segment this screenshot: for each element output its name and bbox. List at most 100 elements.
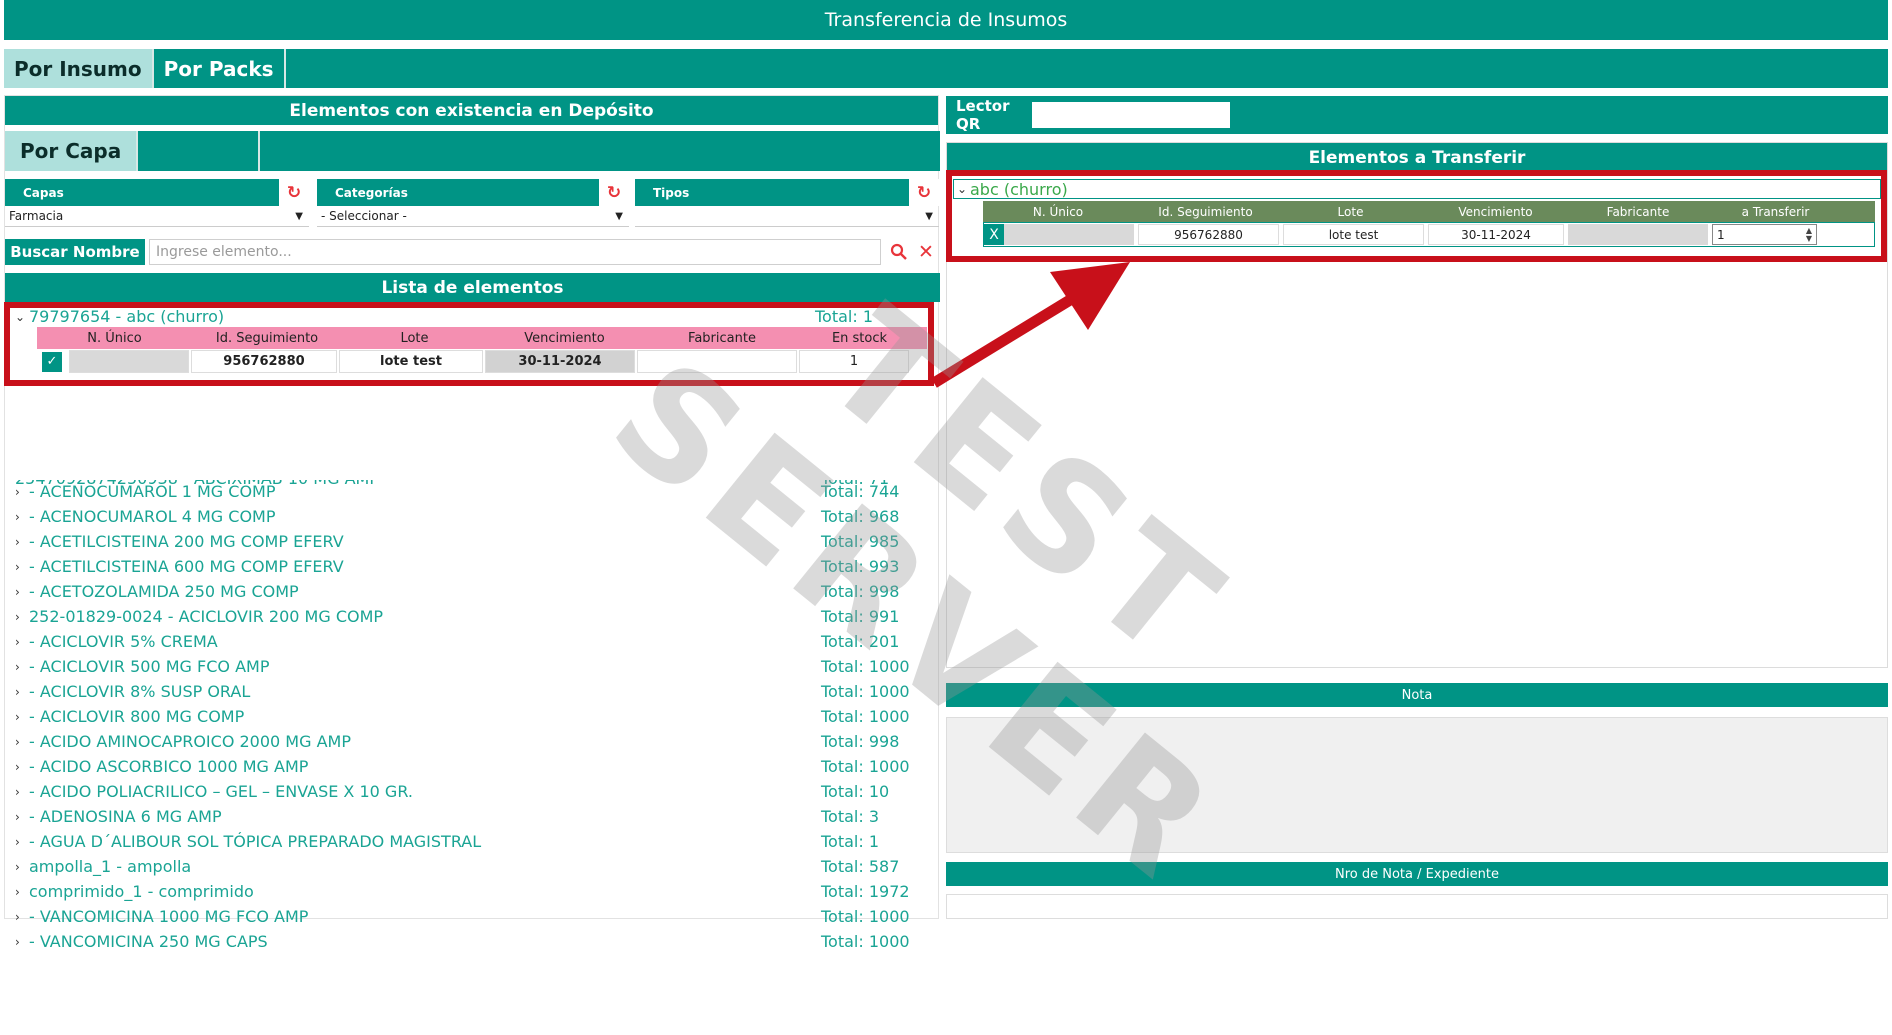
list-item[interactable]: › - ACIDO ASCORBICO 1000 MG AMP Total: 10…: [15, 754, 935, 779]
col-header: Lote: [400, 330, 429, 346]
tab-por-packs[interactable]: Por Packs: [154, 49, 286, 88]
list-item[interactable]: › - ACENOCUMAROL 1 MG COMP Total: 744: [15, 479, 935, 504]
chevron-down-icon: ▼: [295, 210, 303, 222]
chevron-right-icon[interactable]: ›: [15, 610, 29, 624]
qr-reader-input[interactable]: [1032, 102, 1230, 128]
list-item-total: Total: 1000: [821, 907, 910, 926]
tab-por-insumo[interactable]: Por Insumo: [4, 49, 154, 88]
checkbox-checked-icon[interactable]: ✓: [42, 351, 62, 372]
list-item[interactable]: › - ACETILCISTEINA 200 MG COMP EFERV Tota…: [15, 529, 935, 554]
nota-header: Nota: [946, 683, 1888, 707]
list-item-name: - ACENOCUMAROL 4 MG COMP: [29, 507, 276, 526]
list-item-total: Total: 991: [821, 607, 900, 626]
cell-fabricante: [1568, 224, 1708, 245]
filter-categorias: Categorías ↻ - Seleccionar - ▼: [317, 179, 629, 227]
list-item[interactable]: › - ACICLOVIR 500 MG FCO AMP Total: 1000: [15, 654, 935, 679]
chevron-right-icon[interactable]: ›: [15, 710, 29, 724]
chevron-right-icon[interactable]: ›: [15, 760, 29, 774]
expediente-header: Nro de Nota / Expediente: [946, 862, 1888, 886]
window-title: Transferencia de Insumos: [4, 0, 1888, 40]
list-item[interactable]: › ampolla_1 - ampolla Total: 587: [15, 854, 935, 879]
row-checkbox-cell[interactable]: ✓: [37, 350, 67, 373]
list-item[interactable]: › - ACETOZOLAMIDA 250 MG COMP Total: 998: [15, 579, 935, 604]
filter-capas-header: Capas ↻: [5, 179, 309, 206]
cell-fabricante: [637, 350, 797, 373]
remove-button[interactable]: X: [984, 224, 1004, 245]
list-item-total: Total: 201: [821, 632, 900, 651]
list-item-name: - ADENOSINA 6 MG AMP: [29, 807, 222, 826]
deposit-panel: Elementos con existencia en Depósito Por…: [4, 95, 940, 951]
transfer-group-title[interactable]: ⌄ abc (churro): [953, 179, 1881, 199]
chevron-right-icon[interactable]: ›: [15, 660, 29, 674]
col-header: Fabricante: [1606, 204, 1670, 219]
cell-unico: [69, 350, 189, 373]
chevron-right-icon[interactable]: ›: [15, 585, 29, 599]
qr-reader-bar: Lector QR: [946, 96, 1888, 134]
qr-reader-label: Lector QR: [956, 97, 1010, 133]
list-item[interactable]: › - VANCOMICINA 250 MG CAPS Total: 1000: [15, 929, 935, 954]
list-item[interactable]: › comprimido_1 - comprimido Total: 1972: [15, 879, 935, 904]
clear-icon[interactable]: ✕: [914, 239, 938, 265]
list-item-total: Total: 968: [821, 507, 900, 526]
list-item[interactable]: › - AGUA D´ALIBOUR SOL TÓPICA PREPARADO …: [15, 829, 935, 854]
list-header: Lista de elementos: [5, 273, 940, 302]
search-row: Buscar Nombre Ingrese elemento... ✕: [5, 239, 940, 265]
spin-arrows-icon[interactable]: ▲ ▼: [1806, 226, 1812, 243]
list-item-name: - ACENOCUMAROL 1 MG COMP: [29, 482, 276, 501]
list-item[interactable]: › - ACICLOVIR 800 MG COMP Total: 1000: [15, 704, 935, 729]
chevron-right-icon[interactable]: ›: [15, 785, 29, 799]
tab-por-capa[interactable]: Por Capa: [5, 131, 139, 171]
expanded-item-title[interactable]: ⌄ 79797654 - abc (churro) Total: 1: [15, 306, 935, 327]
search-icon[interactable]: [887, 239, 911, 265]
col-header: Id. Seguimiento: [215, 330, 319, 346]
list-item-name: - ACICLOVIR 8% SUSP ORAL: [29, 682, 251, 701]
chevron-down-icon[interactable]: ⌄: [954, 182, 970, 196]
chevron-right-icon[interactable]: ›: [15, 860, 29, 874]
list-item[interactable]: › - ACIDO POLIACRILICO – GEL – ENVASE X …: [15, 779, 935, 804]
chevron-right-icon[interactable]: ›: [15, 910, 29, 924]
chevron-down-icon[interactable]: ⌄: [15, 310, 29, 324]
chevron-right-icon[interactable]: ›: [15, 685, 29, 699]
cell-stock: 1: [799, 350, 909, 373]
transfer-panel: Elementos a Transferir ⌄ abc (churro) N.…: [946, 142, 1888, 668]
chevron-right-icon[interactable]: ›: [15, 485, 29, 499]
search-input[interactable]: Ingrese elemento...: [149, 239, 881, 265]
list-item[interactable]: › - ACICLOVIR 5% CREMA Total: 201: [15, 629, 935, 654]
list-item[interactable]: › 252-01829-0024 - ACICLOVIR 200 MG COMP T…: [15, 604, 935, 629]
chevron-right-icon[interactable]: ›: [15, 835, 29, 849]
chevron-right-icon[interactable]: ›: [15, 885, 29, 899]
list-item[interactable]: › - ACENOCUMAROL 4 MG COMP Total: 968: [15, 504, 935, 529]
tipos-select[interactable]: ▼: [635, 206, 939, 227]
table-row: X 956762880 lote test 30-11-2024 1 ▲ ▼: [983, 222, 1875, 247]
chevron-right-icon[interactable]: ›: [15, 735, 29, 749]
refresh-icon[interactable]: ↻: [599, 179, 629, 206]
list-item-total: Total: 10: [821, 782, 890, 801]
chevron-right-icon[interactable]: ›: [15, 935, 29, 949]
refresh-icon[interactable]: ↻: [279, 179, 309, 206]
col-header: Lote: [1337, 204, 1364, 219]
refresh-icon[interactable]: ↻: [909, 179, 939, 206]
expediente-input[interactable]: [946, 894, 1888, 919]
col-header: N. Único: [1032, 204, 1084, 219]
list-item[interactable]: › - VANCOMICINA 1000 MG FCO AMP Total: 10…: [15, 904, 935, 929]
categorias-select[interactable]: - Seleccionar - ▼: [317, 206, 629, 227]
col-header: Fabricante: [688, 330, 756, 346]
chevron-right-icon[interactable]: ›: [15, 535, 29, 549]
quantity-stepper[interactable]: 1 ▲ ▼: [1712, 224, 1817, 245]
chevron-right-icon[interactable]: ›: [15, 810, 29, 824]
list-item-total: Total: 1000: [821, 707, 910, 726]
chevron-right-icon[interactable]: ›: [15, 560, 29, 574]
chevron-right-icon[interactable]: ›: [15, 635, 29, 649]
list-item[interactable]: › - ACIDO AMINOCAPROICO 2000 MG AMP Total…: [15, 729, 935, 754]
stock-table-header: N. Único Id. Seguimiento Lote Vencimient…: [37, 327, 927, 349]
nota-textarea[interactable]: [946, 717, 1888, 853]
chevron-right-icon[interactable]: ›: [15, 510, 29, 524]
expanded-item-name: 79797654 - abc (churro): [29, 307, 225, 326]
list-item[interactable]: › - ACETILCISTEINA 600 MG COMP EFERV Tota…: [15, 554, 935, 579]
search-label: Buscar Nombre: [5, 239, 145, 265]
list-item-name: - ACIDO POLIACRILICO – GEL – ENVASE X 10…: [29, 782, 413, 801]
list-item[interactable]: › - ADENOSINA 6 MG AMP Total: 3: [15, 804, 935, 829]
filter-capas: Capas ↻ Farmacia ▼: [5, 179, 309, 227]
capas-select[interactable]: Farmacia ▼: [5, 206, 309, 227]
list-item[interactable]: › - ACICLOVIR 8% SUSP ORAL Total: 1000: [15, 679, 935, 704]
